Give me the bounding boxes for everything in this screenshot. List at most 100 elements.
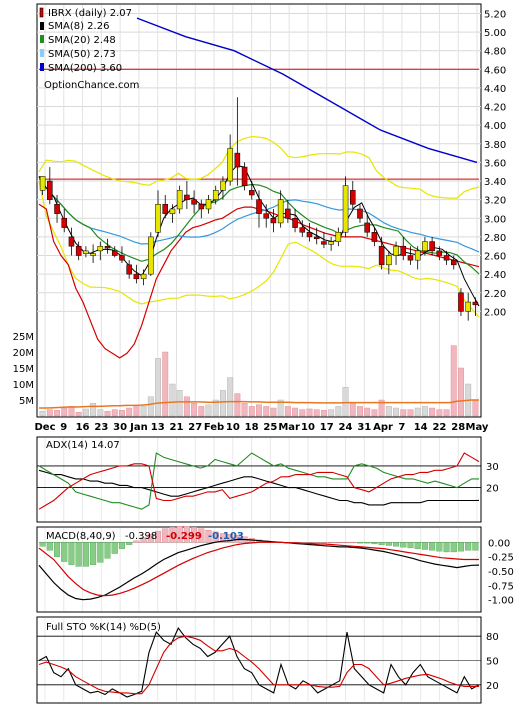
- price-tick-label: 3.40: [484, 177, 506, 188]
- candle-body: [364, 222, 370, 233]
- volume-bar: [46, 409, 53, 417]
- macd-histogram-bar: [328, 542, 335, 544]
- volume-bar: [191, 403, 198, 417]
- macd-histogram-bar: [443, 542, 450, 553]
- volume-bar: [61, 407, 68, 417]
- candle-body: [54, 204, 60, 214]
- candle-body: [111, 250, 118, 256]
- candle-body: [148, 236, 154, 275]
- x-tick-label: Apr: [373, 422, 393, 433]
- legend-sma20: SMA(20) 2.48: [48, 35, 116, 46]
- x-tick-label: 7: [398, 422, 405, 433]
- volume-bar: [284, 406, 291, 417]
- candle-body: [119, 255, 125, 261]
- x-tick-label: 22: [432, 422, 446, 433]
- legend-swatch-sma200: [40, 63, 44, 71]
- volume-bar: [126, 407, 133, 417]
- x-tick-label: 9: [60, 422, 67, 433]
- volume-bar: [147, 396, 154, 417]
- candle-body: [68, 236, 75, 247]
- macd-tick-label: -0.75: [488, 581, 514, 592]
- volume-bar: [241, 403, 248, 417]
- volume-bar: [205, 404, 212, 417]
- price-tick-label: 3.60: [484, 158, 506, 169]
- volume-bar: [104, 411, 111, 417]
- macd-histogram-bar: [126, 542, 133, 545]
- macd-histogram-bar: [335, 542, 342, 544]
- volume-bar: [256, 404, 262, 417]
- sto-tick-label: 20: [486, 681, 499, 692]
- x-tick-label: 31: [357, 422, 371, 433]
- candle-body: [393, 245, 399, 256]
- candle-body: [407, 255, 414, 261]
- candle-body: [198, 204, 205, 210]
- legend-sma50: SMA(50) 2.73: [48, 49, 116, 60]
- candle-body: [306, 231, 313, 238]
- x-tick-label: Mar: [278, 422, 300, 433]
- macd-histogram-bar: [457, 542, 465, 552]
- candle-body: [422, 241, 428, 252]
- macd-histogram-bar: [356, 542, 364, 544]
- macd-histogram-bar: [378, 542, 385, 545]
- volume-bar: [234, 393, 241, 417]
- candle-body: [97, 245, 104, 252]
- macd-histogram-bar: [342, 542, 349, 544]
- candle-body: [292, 218, 298, 228]
- macd-histogram-bar: [393, 542, 400, 547]
- candle-body: [414, 250, 421, 261]
- x-tick-label: 10: [301, 422, 315, 433]
- volume-bar: [111, 409, 118, 417]
- candle-body: [61, 218, 68, 228]
- sto-tick-label: 80: [486, 632, 499, 643]
- volume-bar: [219, 390, 226, 417]
- macd-histogram-bar: [75, 542, 82, 567]
- price-tick-label: 4.80: [484, 47, 506, 58]
- sto-title: Full STO %K(14) %D(5): [46, 622, 161, 633]
- volume-bar: [313, 409, 320, 417]
- candle-body: [234, 152, 241, 168]
- volume-bar: [393, 407, 399, 417]
- legend-sma8: SMA(8) 2.26: [48, 21, 109, 32]
- macd-histogram-bar: [61, 542, 68, 562]
- volume-bar: [198, 406, 205, 417]
- candle-body: [227, 148, 233, 182]
- volume-bar: [133, 405, 140, 417]
- volume-tick-label: 15M: [13, 364, 34, 375]
- volume-bar: [385, 406, 392, 417]
- macd-histogram-bar: [414, 542, 421, 549]
- volume-bar: [299, 409, 306, 417]
- volume-bar: [169, 383, 176, 417]
- candle-body: [39, 176, 46, 191]
- volume-bar: [54, 410, 60, 417]
- candle-body: [191, 199, 197, 205]
- macd-histogram-bar: [111, 542, 118, 554]
- x-tick-label: 23: [94, 422, 108, 433]
- x-tick-label: Jan: [129, 422, 148, 433]
- volume-bar: [306, 408, 313, 417]
- legend-sma200: SMA(200) 3.60: [48, 63, 122, 74]
- volume-bar: [119, 410, 125, 417]
- x-tick-label: 27: [188, 422, 202, 433]
- candle-body: [465, 301, 471, 312]
- candle-body: [371, 231, 378, 242]
- price-tick-label: 2.80: [484, 233, 506, 244]
- volume-bar: [450, 345, 457, 417]
- watermark: OptionChance.com: [44, 80, 139, 91]
- legend-swatch-sma20: [40, 35, 44, 43]
- volume-bar: [371, 409, 378, 417]
- candle-body: [450, 259, 457, 266]
- price-tick-label: 5.00: [484, 28, 506, 39]
- macd-histogram-bar: [97, 542, 104, 563]
- volume-bar: [140, 406, 147, 417]
- price-tick-label: 4.00: [484, 121, 506, 132]
- volume-bar: [68, 406, 75, 417]
- macd-histogram-bar: [429, 542, 436, 551]
- x-tick-label: 21: [170, 422, 184, 433]
- candle-body: [328, 241, 334, 245]
- volume-bar: [75, 411, 82, 417]
- candle-body: [357, 208, 363, 219]
- volume-bar: [82, 408, 89, 417]
- candle-body: [285, 208, 291, 219]
- macd-histogram-bar: [90, 542, 97, 565]
- macd-histogram-bar: [39, 542, 46, 547]
